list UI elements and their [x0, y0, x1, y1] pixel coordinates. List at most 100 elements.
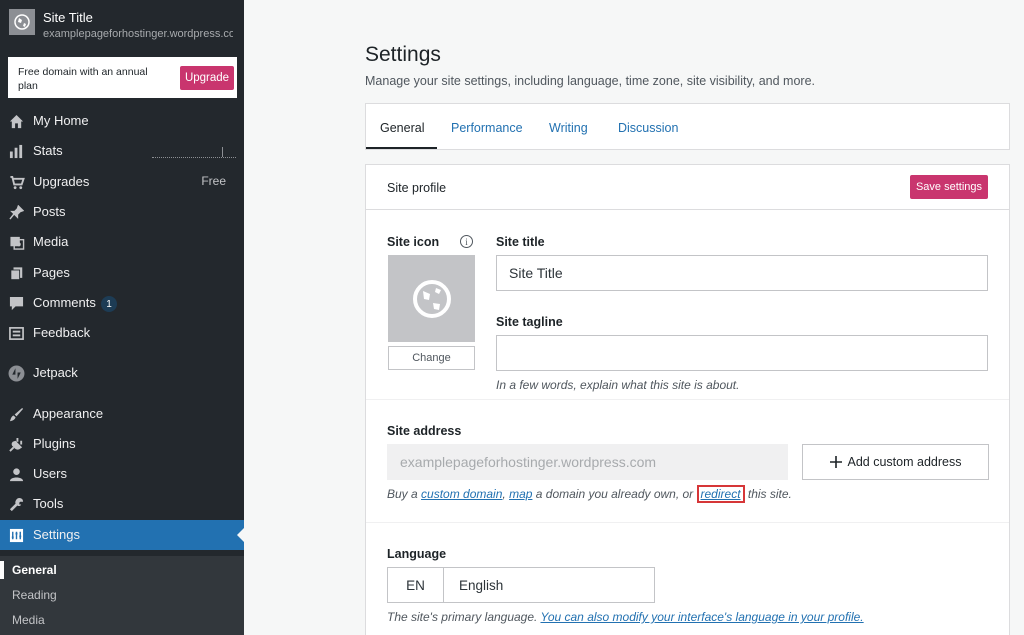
plus-icon	[829, 456, 842, 468]
upgrade-button[interactable]: Upgrade	[180, 66, 234, 90]
stats-sparkline-tick	[222, 147, 223, 157]
site-name: Site Title	[43, 10, 93, 25]
sidebar-item-label: Tools	[33, 496, 64, 511]
site-title-label: Site title	[496, 235, 545, 249]
site-address-label: Site address	[387, 424, 462, 438]
sidebar-item-settings[interactable]: Settings	[0, 520, 244, 550]
site-header[interactable]: Site Title examplepageforhostinger.wordp…	[0, 0, 244, 50]
settings-tabs: General Performance Writing Discussion	[365, 103, 1010, 150]
add-custom-address-button[interactable]: Add custom address	[802, 444, 989, 480]
tab-writing[interactable]: Writing	[549, 121, 588, 135]
save-settings-button[interactable]: Save settings	[910, 175, 988, 199]
sidebar: Site Title examplepageforhostinger.wordp…	[0, 0, 244, 635]
comments-icon	[8, 295, 25, 312]
globe-icon	[412, 279, 451, 318]
site-title-input[interactable]: Site Title	[496, 255, 988, 291]
sidebar-item-label: Users	[33, 466, 67, 481]
stats-icon	[8, 143, 25, 160]
user-icon	[8, 466, 25, 483]
card-title: Site profile	[387, 181, 447, 195]
sidebar-item-label: Comments	[33, 295, 96, 310]
language-help-prefix: The site's primary language.	[387, 610, 541, 624]
address-help-prefix: Buy a	[387, 487, 422, 501]
tagline-help: In a few words, explain what this site i…	[496, 378, 740, 392]
language-label: Language	[387, 547, 447, 561]
section-divider	[366, 522, 1009, 523]
profile-language-link[interactable]: You can also modify your interface's lan…	[540, 610, 863, 624]
sidebar-item-posts[interactable]: Posts	[0, 197, 244, 227]
sidebar-item-stats[interactable]: Stats	[0, 136, 244, 166]
tab-discussion[interactable]: Discussion	[618, 121, 678, 135]
sidebar-item-label: Upgrades	[33, 174, 90, 189]
add-custom-address-label: Add custom address	[847, 455, 962, 469]
address-help-mid: a domain you already own, or	[532, 487, 697, 501]
feedback-icon	[8, 325, 25, 342]
sidebar-item-label: Stats	[33, 143, 63, 158]
sidebar-item-tools[interactable]: Tools	[0, 489, 244, 519]
info-icon[interactable]: i	[460, 235, 473, 248]
language-name: English	[459, 578, 504, 593]
tab-performance[interactable]: Performance	[451, 121, 523, 135]
sidebar-item-pages[interactable]: Pages	[0, 258, 244, 288]
jetpack-icon	[8, 365, 25, 382]
upgrade-text: Free domain with an annual plan	[18, 66, 148, 92]
sidebar-item-feedback[interactable]: Feedback	[0, 318, 244, 348]
sidebar-item-plugins[interactable]: Plugins	[0, 429, 244, 459]
home-icon	[8, 113, 25, 130]
site-profile-card: Site profile Save settings Site icon i C…	[365, 164, 1010, 635]
site-tagline-label: Site tagline	[496, 315, 563, 329]
sidebar-item-label: My Home	[33, 113, 89, 128]
globe-icon	[9, 9, 35, 35]
custom-domain-link[interactable]: custom domain	[421, 487, 502, 501]
upgrades-free-label: Free	[201, 174, 226, 188]
sidebar-item-upgrades[interactable]: Upgrades Free	[0, 167, 244, 197]
submenu-current-indicator	[0, 561, 4, 579]
map-domain-link[interactable]: map	[509, 487, 532, 501]
address-help: Buy a custom domain, map a domain you al…	[387, 485, 792, 503]
site-url: examplepageforhostinger.wordpress.com	[43, 28, 233, 40]
sidebar-item-label: Pages	[33, 265, 70, 280]
submenu-item-reading[interactable]: Reading	[12, 588, 57, 602]
comments-count-badge: 1	[101, 296, 117, 312]
plug-icon	[8, 436, 25, 453]
sidebar-item-label: Posts	[33, 204, 66, 219]
site-icon-preview[interactable]	[388, 255, 475, 342]
submenu-item-general[interactable]: General	[12, 563, 57, 577]
tab-active-indicator	[366, 147, 437, 149]
pages-icon	[8, 265, 25, 282]
sidebar-item-jetpack[interactable]: Jetpack	[0, 358, 244, 388]
submenu-item-media[interactable]: Media	[12, 613, 45, 627]
sidebar-item-label: Media	[33, 234, 69, 249]
sidebar-item-label: Settings	[33, 527, 80, 542]
sidebar-item-label: Plugins	[33, 436, 76, 451]
address-help-suffix: this site.	[744, 487, 792, 501]
page-title: Settings	[365, 43, 441, 66]
media-icon	[8, 234, 25, 251]
pin-icon	[8, 204, 25, 221]
sidebar-item-media[interactable]: Media	[0, 227, 244, 257]
sidebar-item-label: Appearance	[33, 406, 104, 421]
upgrade-nudge: Free domain with an annual plan Upgrade	[8, 57, 237, 98]
brush-icon	[8, 406, 25, 423]
tab-general[interactable]: General	[380, 121, 424, 135]
change-icon-button[interactable]: Change	[388, 346, 475, 370]
redirect-link[interactable]: redirect	[696, 485, 745, 503]
language-help: The site's primary language. You can als…	[387, 610, 864, 624]
settings-icon	[8, 527, 25, 544]
site-icon-label: Site icon	[387, 235, 440, 249]
site-tagline-input[interactable]	[496, 335, 988, 371]
language-code: EN	[388, 568, 444, 602]
sidebar-item-users[interactable]: Users	[0, 459, 244, 489]
page-description: Manage your site settings, including lan…	[365, 74, 816, 88]
wrench-icon	[8, 496, 25, 513]
sidebar-item-appearance[interactable]: Appearance	[0, 399, 244, 429]
sidebar-item-label: Jetpack	[33, 365, 78, 380]
language-selector[interactable]: EN English	[387, 567, 655, 603]
section-divider	[366, 399, 1009, 400]
stats-sparkline	[152, 157, 236, 159]
sidebar-item-comments[interactable]: Comments 1	[0, 288, 244, 318]
cart-icon	[8, 174, 25, 191]
card-header: Site profile Save settings	[366, 165, 1009, 210]
sidebar-item-my-home[interactable]: My Home	[0, 106, 244, 136]
site-address-input: examplepageforhostinger.wordpress.com	[387, 444, 788, 480]
